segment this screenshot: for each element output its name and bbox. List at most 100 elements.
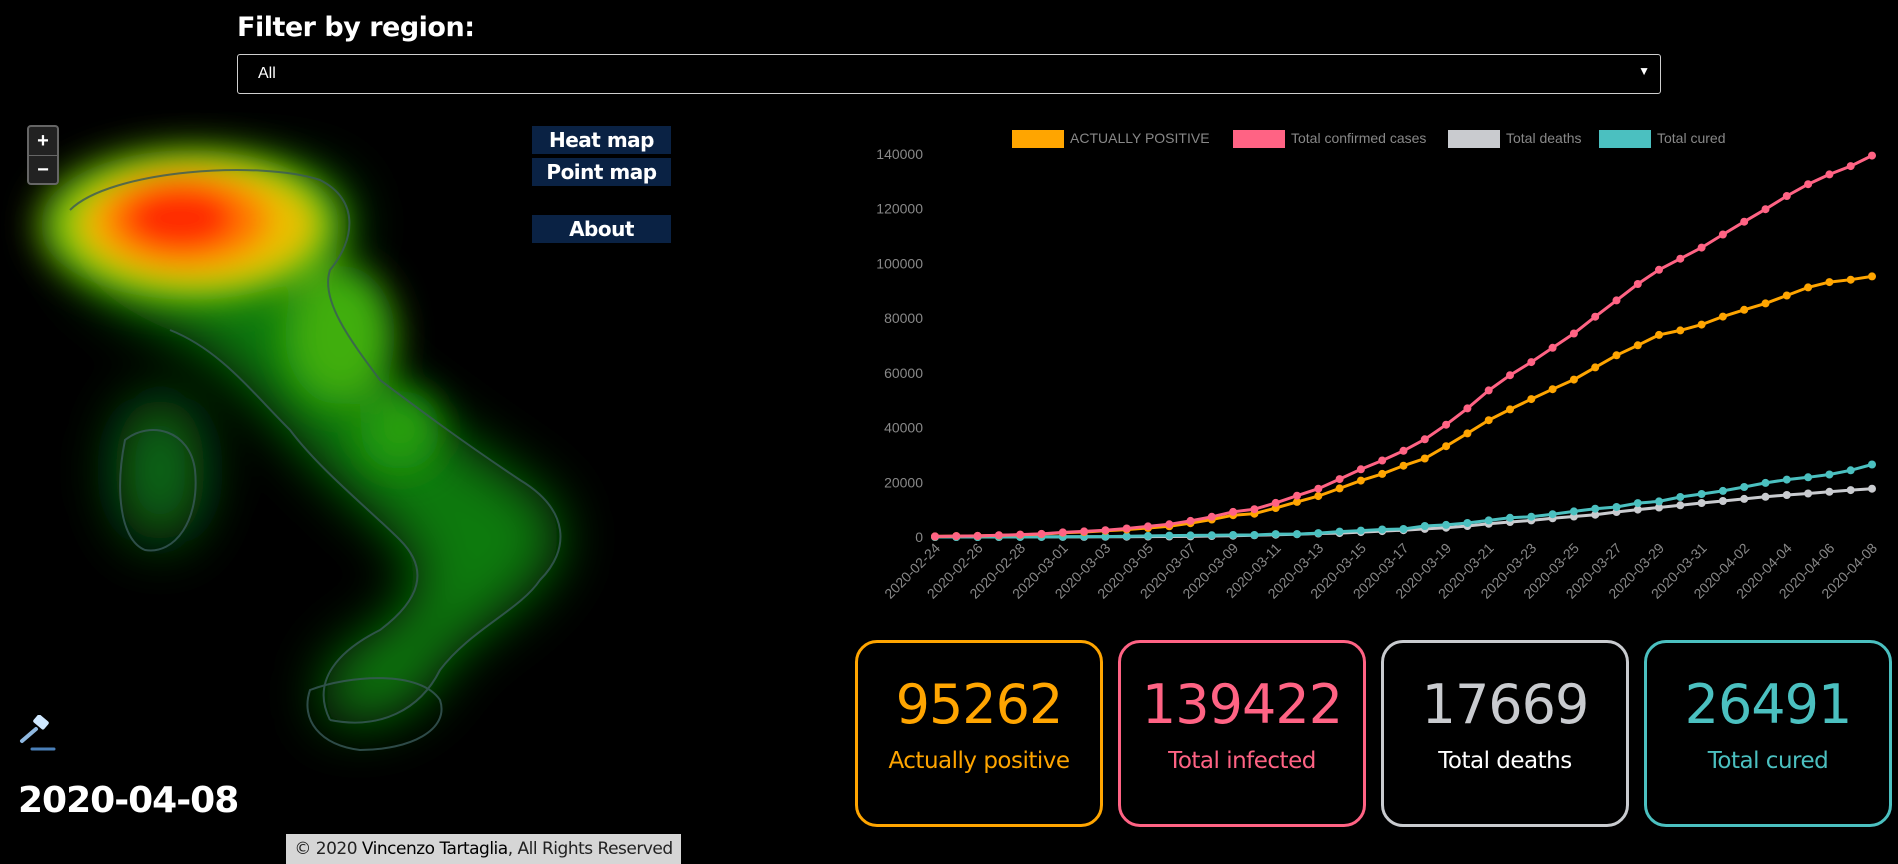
data-point[interactable] <box>1484 516 1493 525</box>
data-point[interactable] <box>1804 489 1813 498</box>
data-point[interactable] <box>1868 151 1876 160</box>
data-point[interactable] <box>1548 510 1557 519</box>
data-point[interactable] <box>1591 363 1600 372</box>
data-point[interactable] <box>1165 520 1174 529</box>
data-point[interactable] <box>1782 192 1791 200</box>
data-point[interactable] <box>1569 507 1578 516</box>
data-point[interactable] <box>1080 527 1089 536</box>
data-point[interactable] <box>1506 405 1514 414</box>
data-point[interactable] <box>1612 351 1621 360</box>
data-point[interactable] <box>1207 512 1216 521</box>
data-point[interactable] <box>1718 312 1727 321</box>
data-point[interactable] <box>1697 243 1706 252</box>
data-point[interactable] <box>1676 326 1685 335</box>
data-point[interactable] <box>1633 280 1642 288</box>
data-point[interactable] <box>1697 499 1706 507</box>
data-point[interactable] <box>1207 531 1216 540</box>
data-point[interactable] <box>1271 530 1280 539</box>
data-point[interactable] <box>1740 217 1749 226</box>
data-point[interactable] <box>1420 435 1429 444</box>
data-point[interactable] <box>1761 492 1770 501</box>
data-point[interactable] <box>1527 358 1536 367</box>
data-point[interactable] <box>1633 499 1642 508</box>
data-point[interactable] <box>1591 312 1600 321</box>
data-point[interactable] <box>1442 520 1451 529</box>
data-point[interactable] <box>1761 205 1770 214</box>
data-point[interactable] <box>1314 484 1323 493</box>
data-point[interactable] <box>1229 531 1238 539</box>
zoom-out-button[interactable]: − <box>29 156 57 184</box>
data-point[interactable] <box>1846 466 1855 475</box>
data-point[interactable] <box>1378 469 1387 478</box>
data-point[interactable] <box>1356 526 1365 535</box>
data-point[interactable] <box>1676 493 1685 501</box>
data-point[interactable] <box>1761 478 1770 487</box>
data-point[interactable] <box>1101 526 1110 535</box>
data-point[interactable] <box>1420 454 1429 463</box>
data-point[interactable] <box>1484 416 1493 425</box>
data-point[interactable] <box>1527 395 1536 404</box>
data-point[interactable] <box>1335 527 1344 536</box>
data-point[interactable] <box>1804 180 1813 189</box>
data-point[interactable] <box>1463 429 1472 438</box>
data-point[interactable] <box>1825 487 1834 496</box>
data-point[interactable] <box>1655 265 1663 274</box>
data-point[interactable] <box>1016 530 1025 539</box>
data-point[interactable] <box>1718 230 1727 239</box>
data-point[interactable] <box>1612 503 1621 511</box>
data-point[interactable] <box>1399 446 1408 455</box>
data-point[interactable] <box>1165 531 1174 540</box>
data-point[interactable] <box>1868 460 1876 469</box>
data-point[interactable] <box>1356 465 1365 474</box>
data-point[interactable] <box>1676 254 1685 263</box>
data-point[interactable] <box>994 531 1003 540</box>
data-point[interactable] <box>1782 291 1791 300</box>
footer-author-link[interactable]: Vincenzo Tartaglia <box>362 839 508 859</box>
data-point[interactable] <box>1548 343 1557 352</box>
data-point[interactable] <box>1548 385 1557 394</box>
data-point[interactable] <box>1697 490 1706 498</box>
data-point[interactable] <box>1037 529 1046 538</box>
data-point[interactable] <box>1186 516 1195 525</box>
data-point[interactable] <box>1463 404 1472 413</box>
data-point[interactable] <box>1633 341 1642 350</box>
data-point[interactable] <box>952 532 961 541</box>
data-point[interactable] <box>1271 498 1280 507</box>
data-point[interactable] <box>1335 475 1344 484</box>
data-point[interactable] <box>1229 507 1238 516</box>
data-point[interactable] <box>1293 491 1301 500</box>
data-point[interactable] <box>1612 296 1621 305</box>
data-point[interactable] <box>1804 283 1813 292</box>
data-point[interactable] <box>1527 512 1536 521</box>
data-point[interactable] <box>1718 497 1727 505</box>
data-point[interactable] <box>1718 486 1727 495</box>
data-point[interactable] <box>1569 329 1578 338</box>
data-point[interactable] <box>1782 475 1791 484</box>
data-point[interactable] <box>1378 456 1387 465</box>
data-point[interactable] <box>1825 170 1834 179</box>
data-point[interactable] <box>1761 299 1770 308</box>
data-point[interactable] <box>1399 525 1408 533</box>
data-point[interactable] <box>1122 524 1131 533</box>
data-point[interactable] <box>1420 522 1429 530</box>
data-point[interactable] <box>1378 525 1387 534</box>
heat-map-button[interactable]: Heat map <box>532 126 671 154</box>
zoom-in-button[interactable]: + <box>29 127 57 156</box>
data-point[interactable] <box>1740 305 1749 314</box>
data-point[interactable] <box>1144 531 1152 540</box>
data-point[interactable] <box>1591 504 1600 513</box>
data-point[interactable] <box>1868 272 1876 281</box>
data-point[interactable] <box>1825 278 1834 287</box>
data-point[interactable] <box>1868 484 1876 493</box>
data-point[interactable] <box>1186 531 1195 540</box>
gavel-icon[interactable] <box>18 715 58 755</box>
data-point[interactable] <box>931 532 939 541</box>
data-point[interactable] <box>1825 470 1834 479</box>
data-point[interactable] <box>1569 375 1578 384</box>
about-button[interactable]: About <box>532 215 671 243</box>
data-point[interactable] <box>1250 505 1259 514</box>
data-point[interactable] <box>1335 484 1344 493</box>
data-point[interactable] <box>1782 491 1791 499</box>
data-point[interactable] <box>1506 513 1514 522</box>
data-point[interactable] <box>1399 461 1408 470</box>
